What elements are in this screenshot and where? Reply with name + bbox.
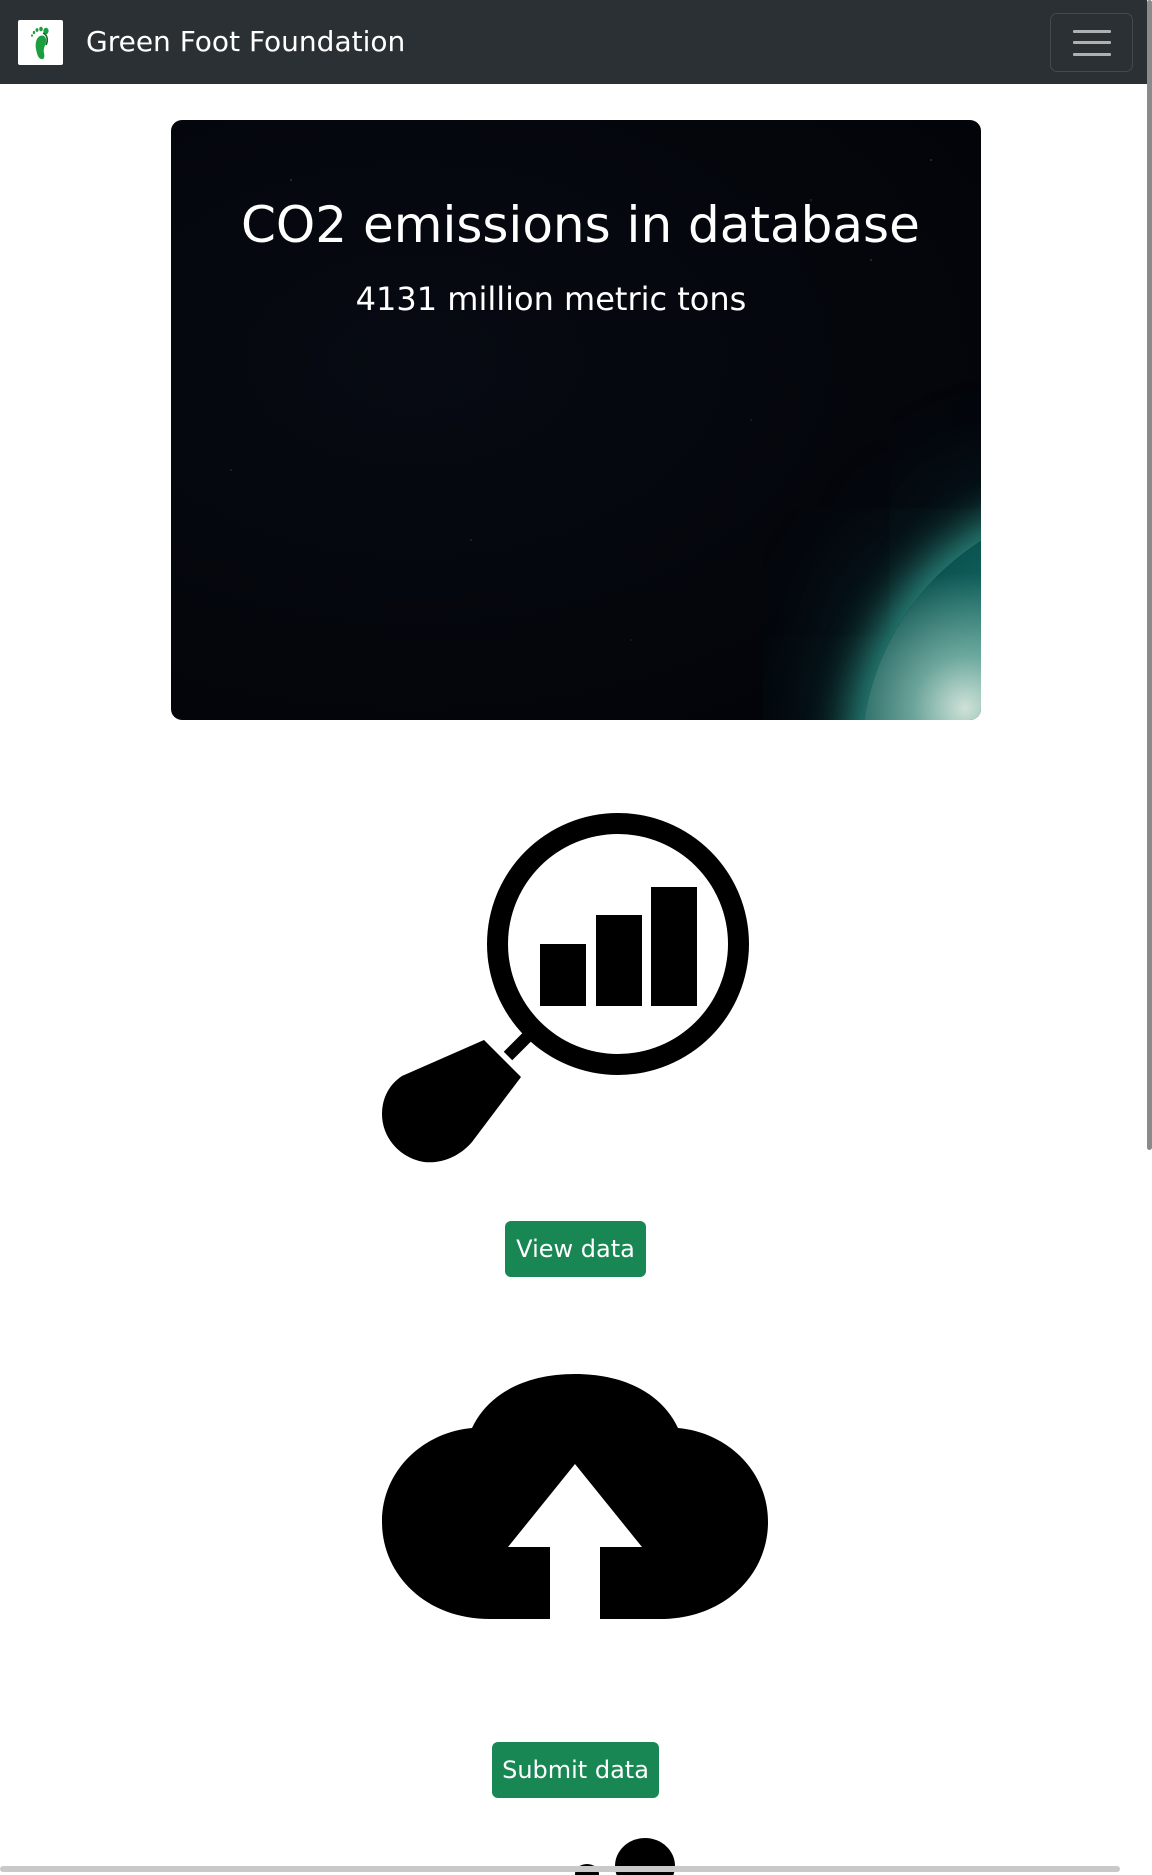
footprint-logo-icon [30, 26, 49, 59]
vertical-scrollbar-thumb[interactable] [1147, 0, 1152, 1150]
emissions-total: 4131 million metric tons [355, 280, 747, 318]
submit-data-button[interactable]: Submit data [492, 1742, 659, 1798]
brand-logo[interactable] [18, 20, 63, 65]
brand-name[interactable]: Green Foot Foundation [86, 0, 405, 84]
hero-title: CO2 emissions in database [241, 196, 920, 254]
hamburger-menu-icon [1072, 29, 1111, 56]
cloud-upload-icon [382, 1374, 768, 1619]
navbar-toggler-button[interactable] [1050, 13, 1133, 72]
hero-banner: CO2 emissions in database 4131 million m… [171, 120, 981, 720]
magnifier-bar-chart-icon [382, 813, 749, 1163]
view-data-button[interactable]: View data [505, 1221, 646, 1277]
horizontal-scrollbar-thumb[interactable] [0, 1866, 1120, 1872]
navbar: Green Foot Foundation [0, 0, 1147, 84]
